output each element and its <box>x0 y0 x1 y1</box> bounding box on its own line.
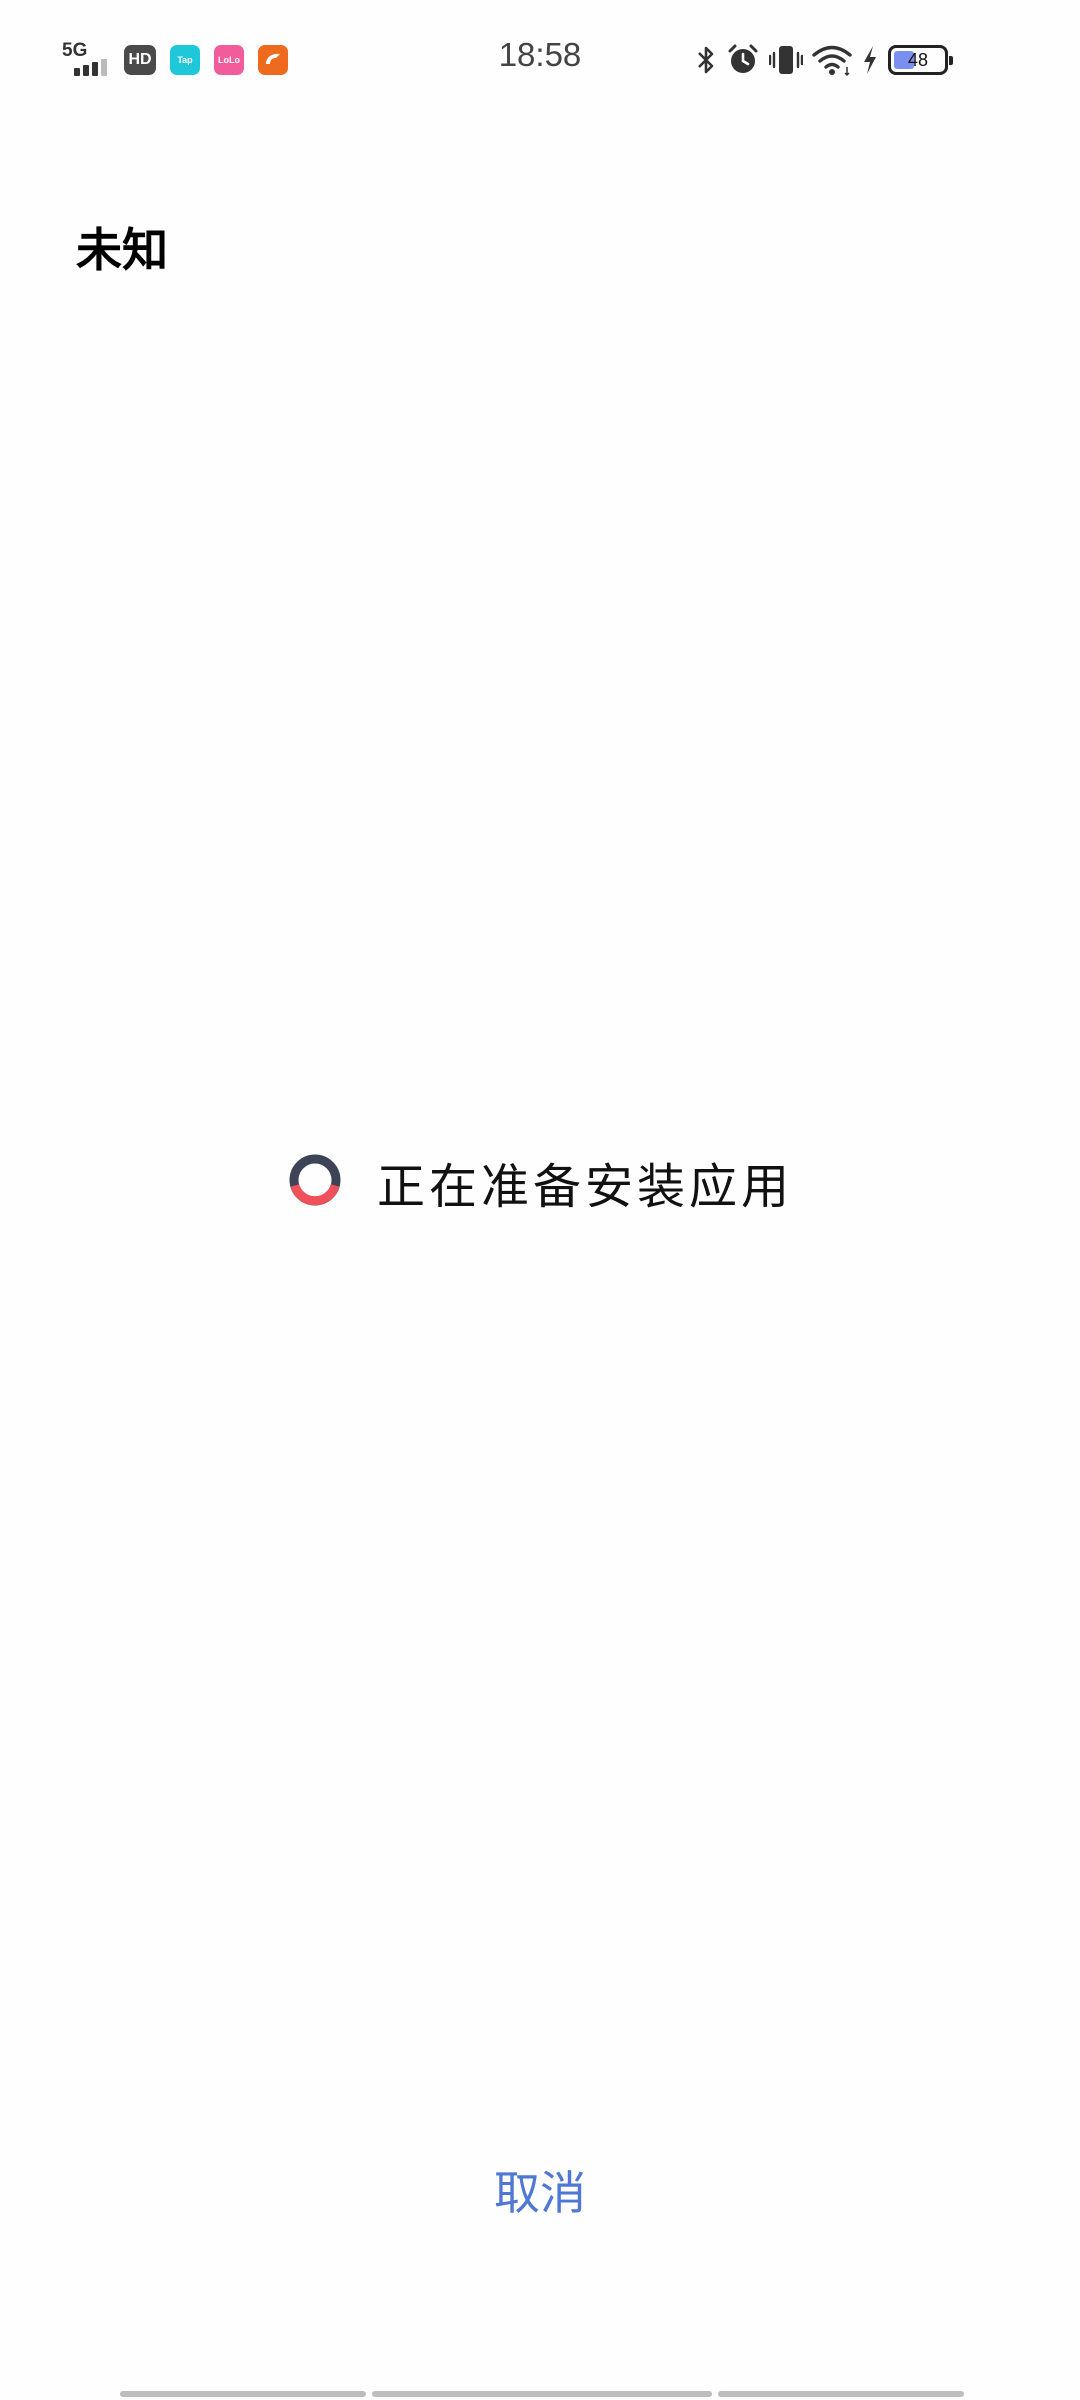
install-progress: 正在准备安装应用 <box>0 1150 1080 1215</box>
cancel-button[interactable]: 取消 <box>390 2150 690 2230</box>
charging-icon <box>861 44 879 76</box>
install-status-text: 正在准备安装应用 <box>376 1159 793 1215</box>
status-bar: 5G HD Tap LoLo 18:58 48 <box>0 0 1080 120</box>
alarm-icon <box>726 43 760 77</box>
wifi-icon <box>812 43 852 77</box>
battery-percent: 48 <box>907 49 929 70</box>
app-name-title: 未知 <box>76 223 168 277</box>
gesture-navigation-bar[interactable] <box>120 2391 964 2397</box>
loading-spinner-icon <box>287 1152 343 1212</box>
install-screen: 5G HD Tap LoLo 18:58 48 未知 正在准备安装应用 取消 <box>0 0 1080 2400</box>
bluetooth-icon <box>695 44 717 76</box>
battery-icon: 48 <box>888 45 953 75</box>
status-bar-right: 48 <box>695 40 953 80</box>
vibrate-icon <box>769 43 803 77</box>
